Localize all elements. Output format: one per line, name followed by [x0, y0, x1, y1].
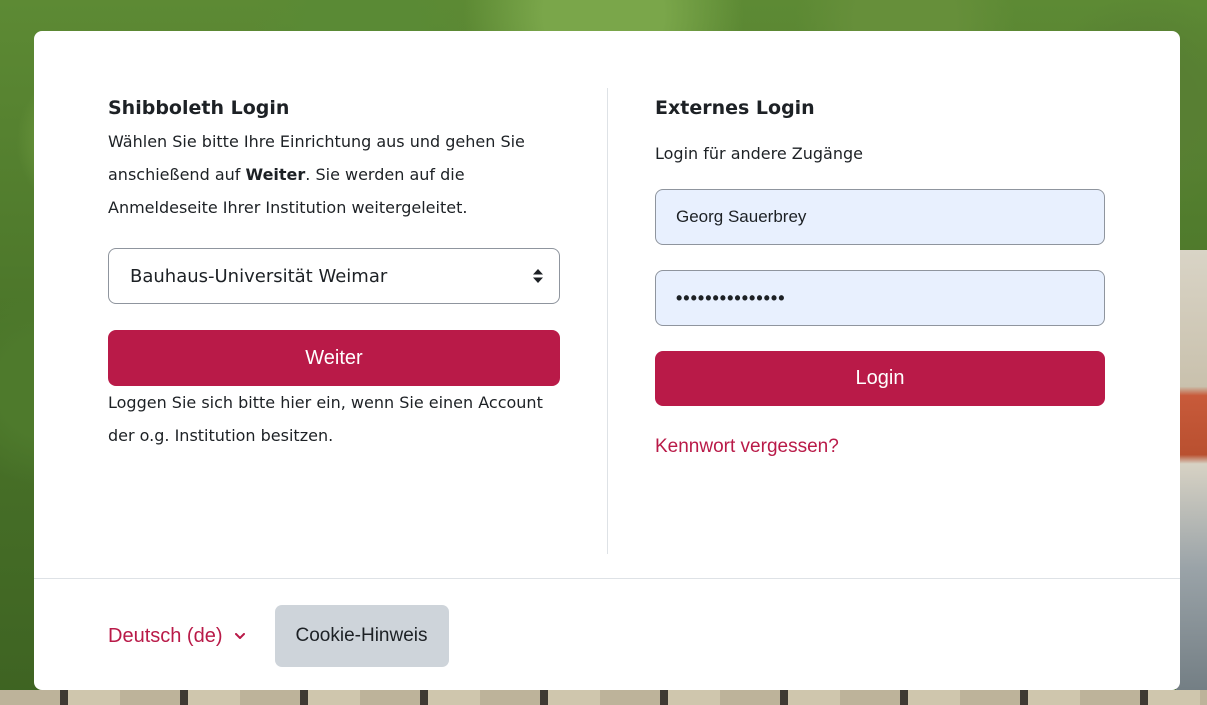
password-field[interactable]: ••••••••••••••• [655, 270, 1105, 326]
login-card: Shibboleth Login Wählen Sie bitte Ihre E… [34, 31, 1180, 690]
chevron-down-icon [234, 632, 245, 639]
shibboleth-section: Shibboleth Login Wählen Sie bitte Ihre E… [108, 91, 560, 452]
login-button[interactable]: Login [655, 351, 1105, 406]
external-login-title: Externes Login [655, 97, 815, 119]
shibboleth-title: Shibboleth Login [108, 97, 290, 119]
intro-bold-weiter: Weiter [245, 165, 306, 184]
background-building [1176, 250, 1207, 705]
continue-button[interactable]: Weiter [108, 330, 560, 386]
language-selector[interactable]: Deutsch (de) [108, 625, 245, 648]
sort-arrows-icon [533, 269, 543, 283]
background-ground [0, 690, 1207, 705]
language-label: Deutsch (de) [108, 624, 223, 647]
shibboleth-after-text: Loggen Sie sich bitte hier ein, wenn Sie… [108, 393, 543, 445]
cookie-notice-button[interactable]: Cookie-Hinweis [274, 605, 449, 667]
institution-select[interactable]: Bauhaus-Universität Weimar [108, 248, 560, 304]
external-login-subtitle: Login für andere Zugänge [655, 144, 863, 163]
username-field[interactable]: Georg Sauerbrey [655, 189, 1105, 245]
forgot-password-link[interactable]: Kennwort vergessen? [655, 433, 839, 461]
column-divider [607, 88, 608, 554]
footer: Deutsch (de) Cookie-Hinweis [108, 605, 449, 667]
institution-select-value: Bauhaus-Universität Weimar [130, 265, 388, 287]
shibboleth-intro: Wählen Sie bitte Ihre Einrichtung aus un… [108, 125, 560, 224]
footer-divider [34, 578, 1180, 579]
external-login-section: Externes Login Login für andere Zugänge … [655, 91, 1105, 461]
